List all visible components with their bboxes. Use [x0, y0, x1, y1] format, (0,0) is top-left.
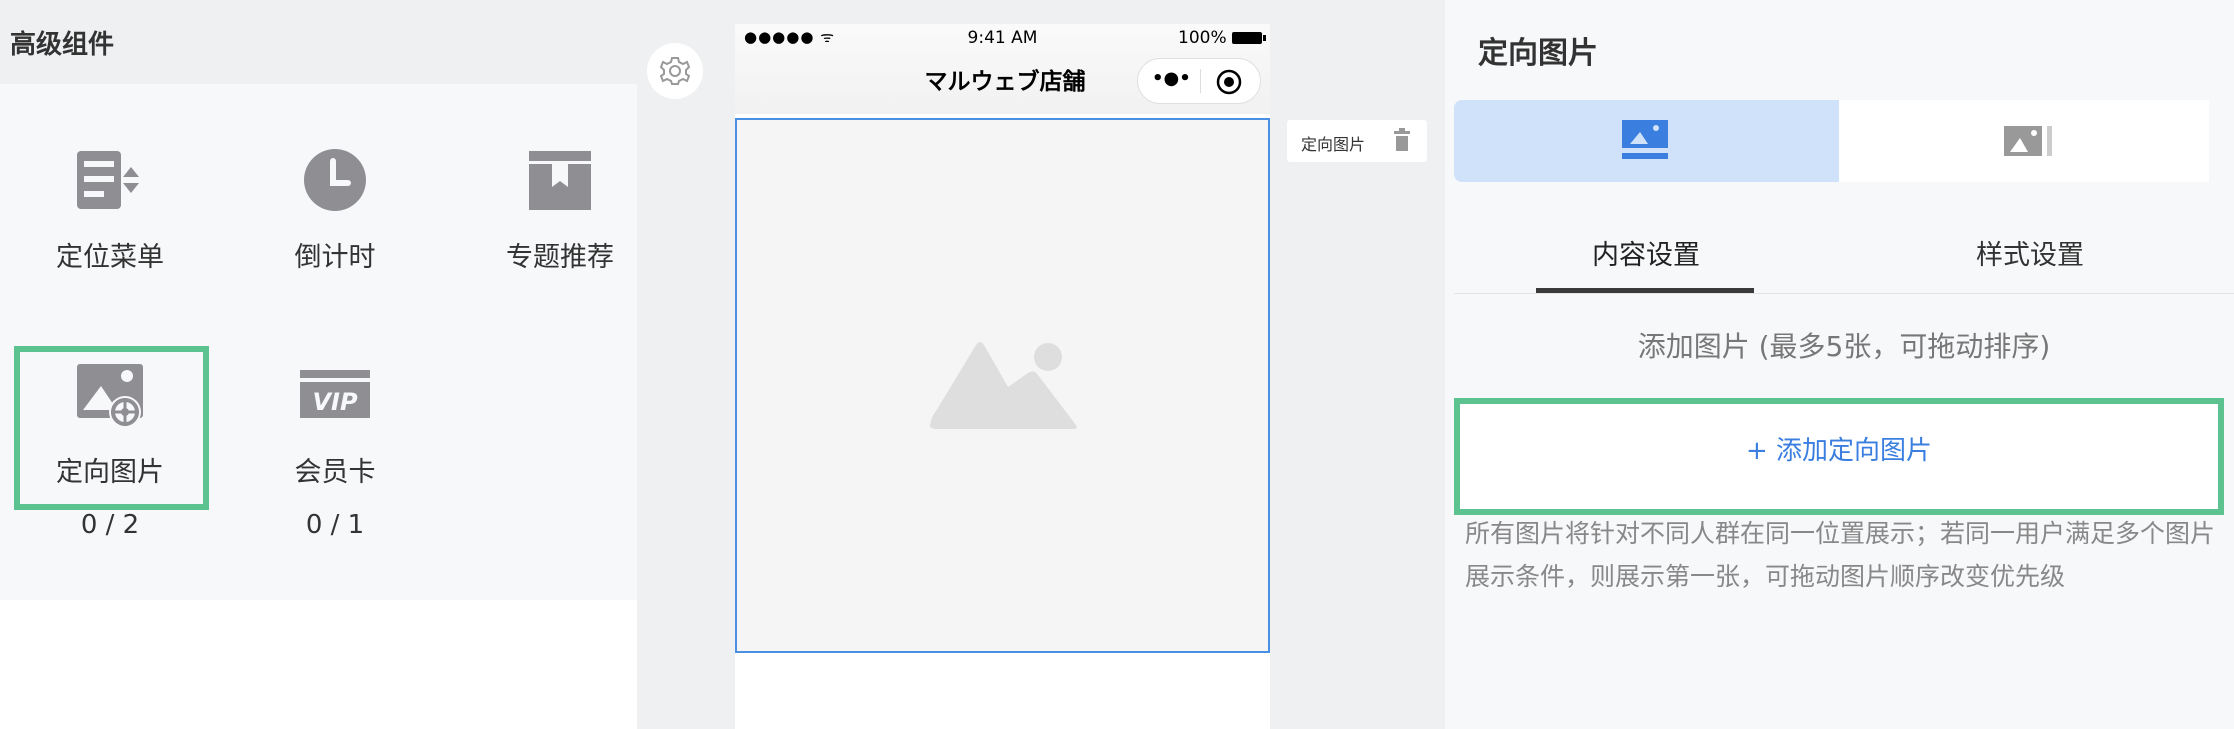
phone-page-title: マルウェブ店舗: [924, 69, 1086, 95]
component-label: 倒计时: [294, 242, 376, 273]
signal-status: ●●●●● ᯤ: [744, 28, 835, 46]
component-countdown[interactable]: 倒计时: [225, 145, 445, 335]
capsule-divider: [1200, 69, 1201, 93]
add-image-hint: 添加图片 (最多5张，可拖动排序): [1637, 330, 2051, 363]
tab-content-settings[interactable]: 内容设置: [1536, 233, 1756, 272]
properties-title: 定向图片: [1478, 36, 1598, 71]
battery-status: 100%: [1178, 28, 1267, 48]
trash-icon[interactable]: [1392, 128, 1412, 152]
mini-program-capsule[interactable]: •●•: [1137, 58, 1261, 104]
bookmark-box-icon: [529, 151, 591, 210]
selected-component-highlight: [14, 346, 209, 510]
battery-icon: [1231, 32, 1266, 44]
svg-text:VIP: VIP: [312, 388, 358, 416]
component-usage-count: 0 / 2: [80, 510, 140, 540]
tab-style-settings[interactable]: 样式设置: [1920, 233, 2140, 272]
component-positioning-menu[interactable]: 定位菜单: [0, 145, 220, 335]
more-icon[interactable]: •●•: [1152, 68, 1191, 89]
description-text: 所有图片将针对不同人群在同一位置展示；若同一用户满足多个图片展示条件，则展示第一…: [1465, 519, 2216, 591]
vip-card-icon: VIP: [300, 370, 370, 418]
targeted-image-placeholder[interactable]: [735, 118, 1270, 653]
component-label: 定位菜单: [56, 242, 164, 273]
close-target-icon[interactable]: [1216, 69, 1242, 95]
clock-icon: [304, 149, 366, 211]
gear-icon: [659, 57, 691, 85]
component-usage-count: 0 / 1: [305, 510, 365, 540]
status-time: 9:41 AM: [967, 28, 1038, 48]
component-label: 会员卡: [294, 457, 376, 488]
battery-percent: 100%: [1178, 28, 1227, 48]
image-placeholder-icon: [930, 342, 1077, 429]
positioning-menu-icon: [77, 151, 139, 209]
image-side-layout-icon: [2004, 126, 2052, 156]
add-targeted-image-label[interactable]: + 添加定向图片: [1454, 430, 2224, 467]
panel-title: 高级组件: [10, 30, 115, 60]
image-layout-icon: [1622, 120, 1668, 159]
component-vip-card[interactable]: VIP 会员卡 0 / 1: [225, 360, 445, 560]
layout-option-single-image[interactable]: [1454, 100, 1839, 182]
layout-option-side-image[interactable]: [1839, 100, 2209, 182]
active-tab-indicator: [1536, 288, 1754, 293]
page-settings-button[interactable]: [647, 43, 703, 99]
component-tag-label: 定向图片: [1301, 135, 1366, 154]
